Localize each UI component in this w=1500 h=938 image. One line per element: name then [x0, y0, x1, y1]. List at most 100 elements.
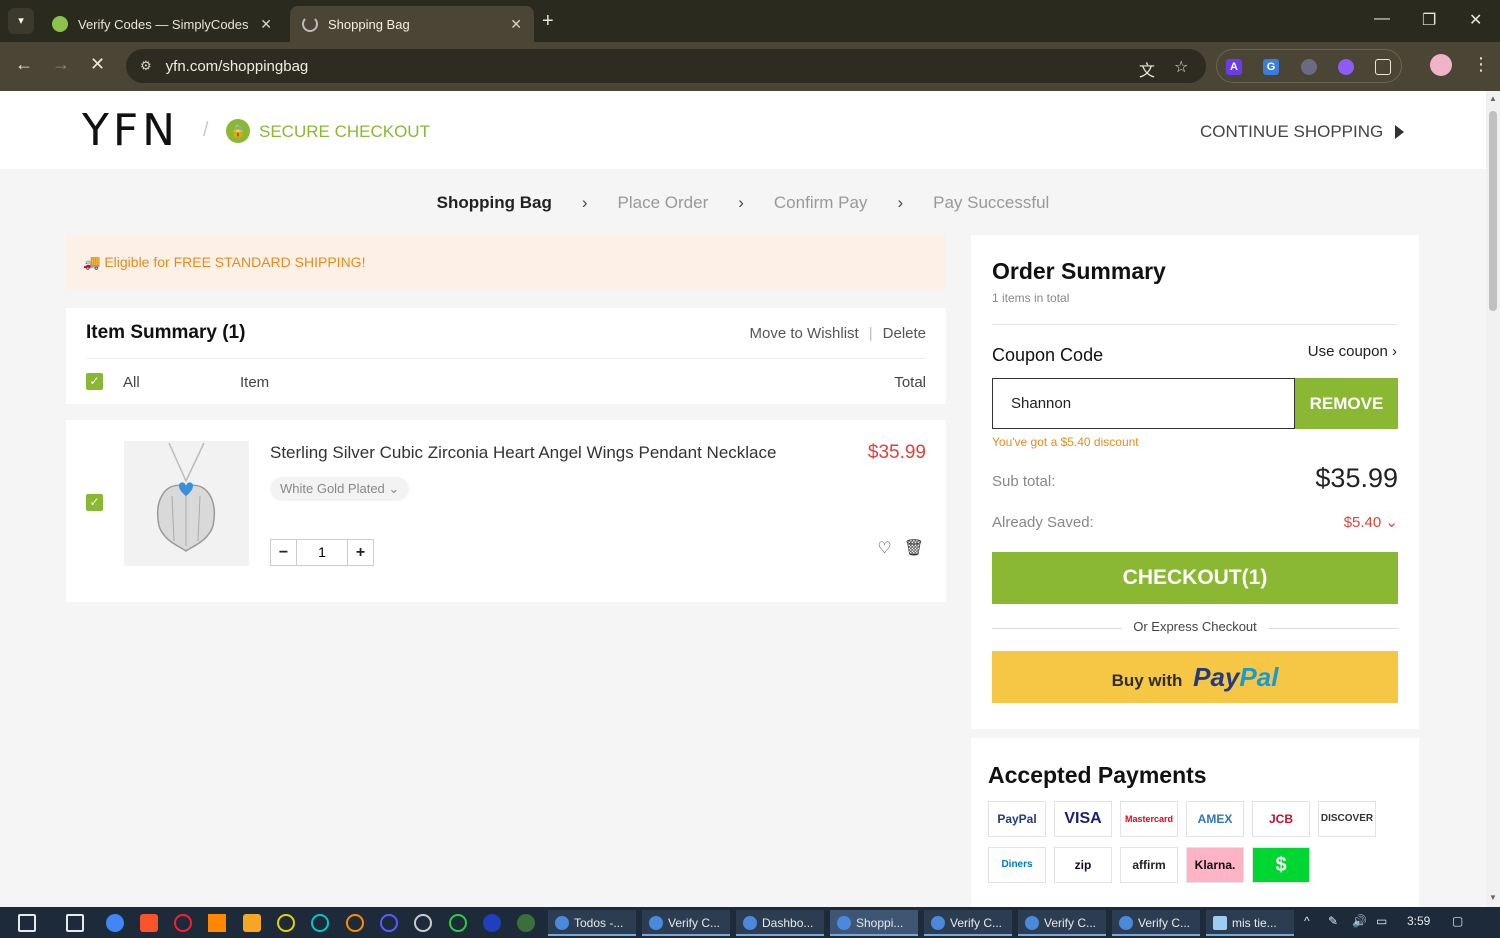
chrome-icon — [931, 916, 945, 930]
page-scrollbar[interactable]: ▲ ▼ — [1486, 91, 1500, 907]
profile-avatar[interactable] — [1430, 54, 1452, 76]
quantity-value[interactable]: 1 — [296, 540, 348, 565]
taskbar-window-verify-4[interactable]: Verify C... — [1112, 910, 1200, 936]
remove-coupon-button[interactable]: REMOVE — [1295, 378, 1398, 429]
opera-blue-taskbar-icon[interactable] — [380, 914, 398, 932]
translate-icon[interactable]: 文 — [1139, 57, 1155, 81]
task-view-icon[interactable] — [66, 914, 84, 932]
window-close-icon[interactable]: ✕ — [1469, 10, 1482, 30]
checkout-button[interactable]: CHECKOUT(1) — [992, 552, 1398, 604]
restore-icon[interactable]: ❐ — [1422, 10, 1436, 30]
new-tab-icon[interactable]: + — [542, 10, 554, 33]
chevron-right-icon: › — [581, 193, 588, 212]
address-bar[interactable]: ⚙ yfn.com/shoppingbag — [126, 49, 1206, 83]
chrome-icon — [555, 916, 569, 930]
item-summary-panel: Item Summary (1) Move to Wishlist | Dele… — [66, 308, 946, 404]
item-checkbox[interactable]: ✓ — [86, 494, 103, 511]
volume-icon[interactable]: 🔊 — [1352, 914, 1367, 928]
opera-gray-taskbar-icon[interactable] — [414, 914, 432, 932]
divider-line — [1268, 628, 1398, 629]
opera-yellow-taskbar-icon[interactable] — [277, 914, 295, 932]
decrease-quantity-button[interactable]: − — [271, 540, 296, 565]
taskbar-window-notepad[interactable]: mis tie... — [1206, 910, 1294, 936]
scroll-up-icon[interactable]: ▲ — [1489, 95, 1497, 103]
cash-app-card-icon: $ — [1252, 847, 1310, 883]
extensions-area: A G — [1216, 49, 1402, 83]
taskbar-window-verify-3[interactable]: Verify C... — [1018, 910, 1106, 936]
back-icon[interactable]: ← — [15, 54, 33, 75]
chrome-icon — [1025, 916, 1039, 930]
brave-taskbar-icon[interactable] — [140, 914, 158, 932]
site-info-icon[interactable]: ⚙ — [140, 58, 152, 74]
tab-close-icon[interactable]: ✕ — [260, 16, 272, 33]
chevron-down-icon: ⌄ — [1385, 514, 1398, 531]
tray-overflow-icon[interactable]: ^ — [1304, 914, 1310, 928]
delete-link[interactable]: Delete — [883, 325, 926, 342]
chrome-icon — [1119, 916, 1133, 930]
opera-green-taskbar-icon[interactable] — [449, 914, 467, 932]
product-name[interactable]: Sterling Silver Cubic Zirconia Heart Ang… — [270, 443, 776, 463]
forward-icon[interactable]: → — [52, 54, 70, 75]
select-all-checkbox[interactable]: ✓ — [86, 373, 103, 390]
trash-icon[interactable]: 🗑 — [904, 538, 924, 558]
variant-label: White Gold Plated — [280, 481, 385, 496]
tab-search-button[interactable]: ▾ — [8, 8, 34, 34]
opera-navy-taskbar-icon[interactable] — [483, 914, 501, 932]
opera-taskbar-icon[interactable] — [174, 914, 192, 932]
green-app-taskbar-icon[interactable] — [517, 914, 535, 932]
cart-item: ✓ Sterling Silver Cubic Zirconia Heart A… — [66, 420, 946, 602]
coupon-code-input[interactable]: Shannon — [992, 378, 1295, 429]
summary-divider — [992, 324, 1398, 325]
media-player-taskbar-icon[interactable] — [243, 914, 261, 932]
taskbar-window-dashboard[interactable]: Dashbo... — [736, 910, 824, 936]
pen-icon[interactable]: ✎ — [1328, 914, 1338, 928]
tab-close-icon[interactable]: ✕ — [510, 16, 522, 33]
accepted-payments-panel: Accepted Payments PayPal VISA Mastercard… — [971, 738, 1419, 907]
necklace-image — [157, 442, 215, 552]
minimize-icon[interactable]: — — [1374, 10, 1390, 28]
yfn-logo[interactable]: YFN — [82, 105, 179, 156]
vlc-taskbar-icon[interactable] — [208, 914, 226, 932]
paypal-button[interactable]: Buy with PayPal — [992, 651, 1398, 703]
notifications-icon[interactable]: ▢ — [1452, 914, 1463, 928]
extension-purple-icon[interactable] — [1338, 59, 1354, 75]
extension-translate-icon[interactable]: G — [1263, 59, 1279, 75]
already-saved-value[interactable]: $5.40 ⌄ — [1344, 513, 1398, 531]
scroll-down-icon[interactable]: ▼ — [1489, 894, 1497, 902]
subtotal-value: $35.99 — [1315, 463, 1398, 493]
bookmark-star-icon[interactable]: ☆ — [1174, 57, 1188, 77]
network-icon[interactable]: ▭ — [1376, 914, 1387, 928]
mastercard-icon: Mastercard — [1120, 801, 1178, 837]
extensions-puzzle-icon[interactable] — [1375, 59, 1391, 75]
increase-quantity-button[interactable]: + — [348, 540, 373, 565]
taskbar-window-todos[interactable]: Todos -... — [548, 910, 636, 936]
use-coupon-link[interactable]: Use coupon › — [1308, 343, 1397, 360]
clock-time[interactable]: 3:59 — [1407, 914, 1430, 928]
scroll-thumb[interactable] — [1489, 111, 1497, 311]
opera-cyan-taskbar-icon[interactable] — [311, 914, 329, 932]
express-checkout-label: Or Express Checkout — [1133, 619, 1257, 634]
step-shopping-bag: Shopping Bag — [436, 193, 552, 212]
accepted-payments-title: Accepted Payments — [988, 762, 1207, 788]
extension-robot-icon[interactable] — [1301, 59, 1317, 75]
extension-a-icon[interactable]: A — [1226, 59, 1242, 75]
tab-shopping-bag[interactable]: Shopping Bag ✕ — [290, 6, 534, 42]
continue-shopping-link[interactable]: CONTINUE SHOPPING — [1200, 122, 1405, 142]
chrome-taskbar-icon[interactable] — [106, 914, 124, 932]
lock-icon: 🔒 — [226, 119, 250, 143]
taskbar-window-verify-2[interactable]: Verify C... — [924, 910, 1012, 936]
move-to-wishlist-link[interactable]: Move to Wishlist — [750, 325, 859, 342]
tab-verify-codes[interactable]: Verify Codes — SimplyCodes ✕ — [40, 6, 284, 42]
opera-orange-taskbar-icon[interactable] — [346, 914, 364, 932]
variant-select[interactable]: White Gold Plated ⌄ — [270, 477, 410, 501]
stop-loading-icon[interactable]: ✕ — [90, 54, 105, 75]
wishlist-heart-icon[interactable]: ♡ — [877, 538, 891, 558]
amex-card-icon: AMEX — [1186, 801, 1244, 837]
start-menu-icon[interactable] — [18, 914, 36, 932]
tab-title: Shopping Bag — [328, 16, 410, 32]
taskbar-window-verify-1[interactable]: Verify C... — [642, 910, 730, 936]
browser-menu-icon[interactable]: ⋮ — [1472, 54, 1490, 75]
item-summary-actions: Move to Wishlist | Delete — [750, 325, 926, 342]
taskbar-window-shopping[interactable]: Shoppi... — [830, 910, 918, 936]
product-image[interactable] — [124, 441, 249, 566]
